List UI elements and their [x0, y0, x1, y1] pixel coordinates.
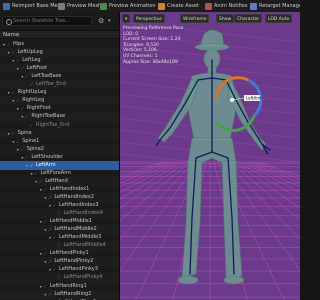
retarget-manager-button[interactable]: Retarget Manager — [250, 1, 300, 11]
tree-header-label: Name — [3, 32, 20, 38]
retarget-manager-icon — [250, 2, 257, 10]
create-asset-icon — [158, 2, 165, 10]
show-button[interactable]: Show — [216, 14, 235, 23]
search-row: ⚙ ▾ — [2, 16, 117, 26]
character-label: Character — [237, 17, 260, 22]
search-icon — [6, 19, 12, 25]
settings-gear-icon[interactable]: ⚙ — [98, 17, 106, 25]
perspective-button[interactable]: Perspective — [133, 14, 166, 23]
create-asset-button[interactable]: Create Asset — [158, 1, 199, 11]
skeleton-tree-panel: ⚙ ▾ Name ▾⟋Hips▾⟋LeftUpLeg▾⟋LeftLeg▾⟋Lef… — [0, 12, 120, 300]
grid-line — [253, 161, 300, 180]
reimport-button[interactable]: Reimport Base Mesh — [3, 1, 63, 11]
reimport-icon — [3, 2, 10, 10]
wireframe-label: Wireframe — [183, 17, 207, 22]
preview-animation-icon — [100, 2, 107, 10]
search-box[interactable] — [2, 16, 92, 26]
viewport-menu-button[interactable]: ▾ — [122, 14, 130, 23]
grid-line — [257, 161, 300, 177]
preview-mesh-icon — [58, 2, 65, 10]
anim-notifies-button[interactable]: Anim Notifies — [205, 1, 247, 11]
viewport-toolbar: ▾ Perspective Wireframe Show Character L… — [120, 14, 300, 24]
show-label: Show — [219, 17, 232, 22]
anim-notifies-icon — [205, 2, 212, 10]
preview-animation-button[interactable]: Preview Animation — [100, 1, 156, 11]
retarget-manager-label: Retarget Manager — [259, 3, 300, 9]
tree-column-header[interactable]: Name — [0, 30, 119, 39]
bone-name-label: LeftArm — [246, 96, 262, 101]
reimport-label: Reimport Base Mesh — [12, 3, 64, 9]
perspective-label: Perspective — [136, 17, 163, 22]
preview-mesh-label: Preview Mesh — [67, 3, 102, 9]
dropdown-chevron-icon[interactable]: ▾ — [108, 17, 116, 25]
character-button[interactable]: Character — [234, 14, 263, 23]
grid-line — [120, 161, 163, 177]
create-asset-label: Create Asset — [167, 3, 199, 9]
info-line: Approx Size: 30x49x189 — [123, 59, 178, 65]
lod-auto-label: LOD Auto — [268, 17, 290, 22]
info-line: Current Screen Size: 1.24 — [123, 37, 181, 43]
search-input[interactable] — [13, 17, 91, 25]
wireframe-button[interactable]: Wireframe — [180, 14, 210, 23]
preview-mesh-button[interactable]: Preview Mesh — [58, 1, 101, 11]
anim-notifies-label: Anim Notifies — [214, 3, 248, 9]
preview-animation-label: Preview Animation — [109, 3, 156, 9]
viewport-info-overlay: Previewing Reference Pose LOD: 0 Current… — [123, 26, 183, 65]
viewport[interactable]: LeftArm ▾ Perspective Wireframe Show Cha… — [120, 12, 300, 300]
grid-line — [120, 161, 167, 180]
info-line: Previewing Reference Pose — [123, 26, 184, 31]
lod-auto-button[interactable]: LOD Auto — [265, 14, 293, 23]
grid-line — [120, 161, 187, 209]
